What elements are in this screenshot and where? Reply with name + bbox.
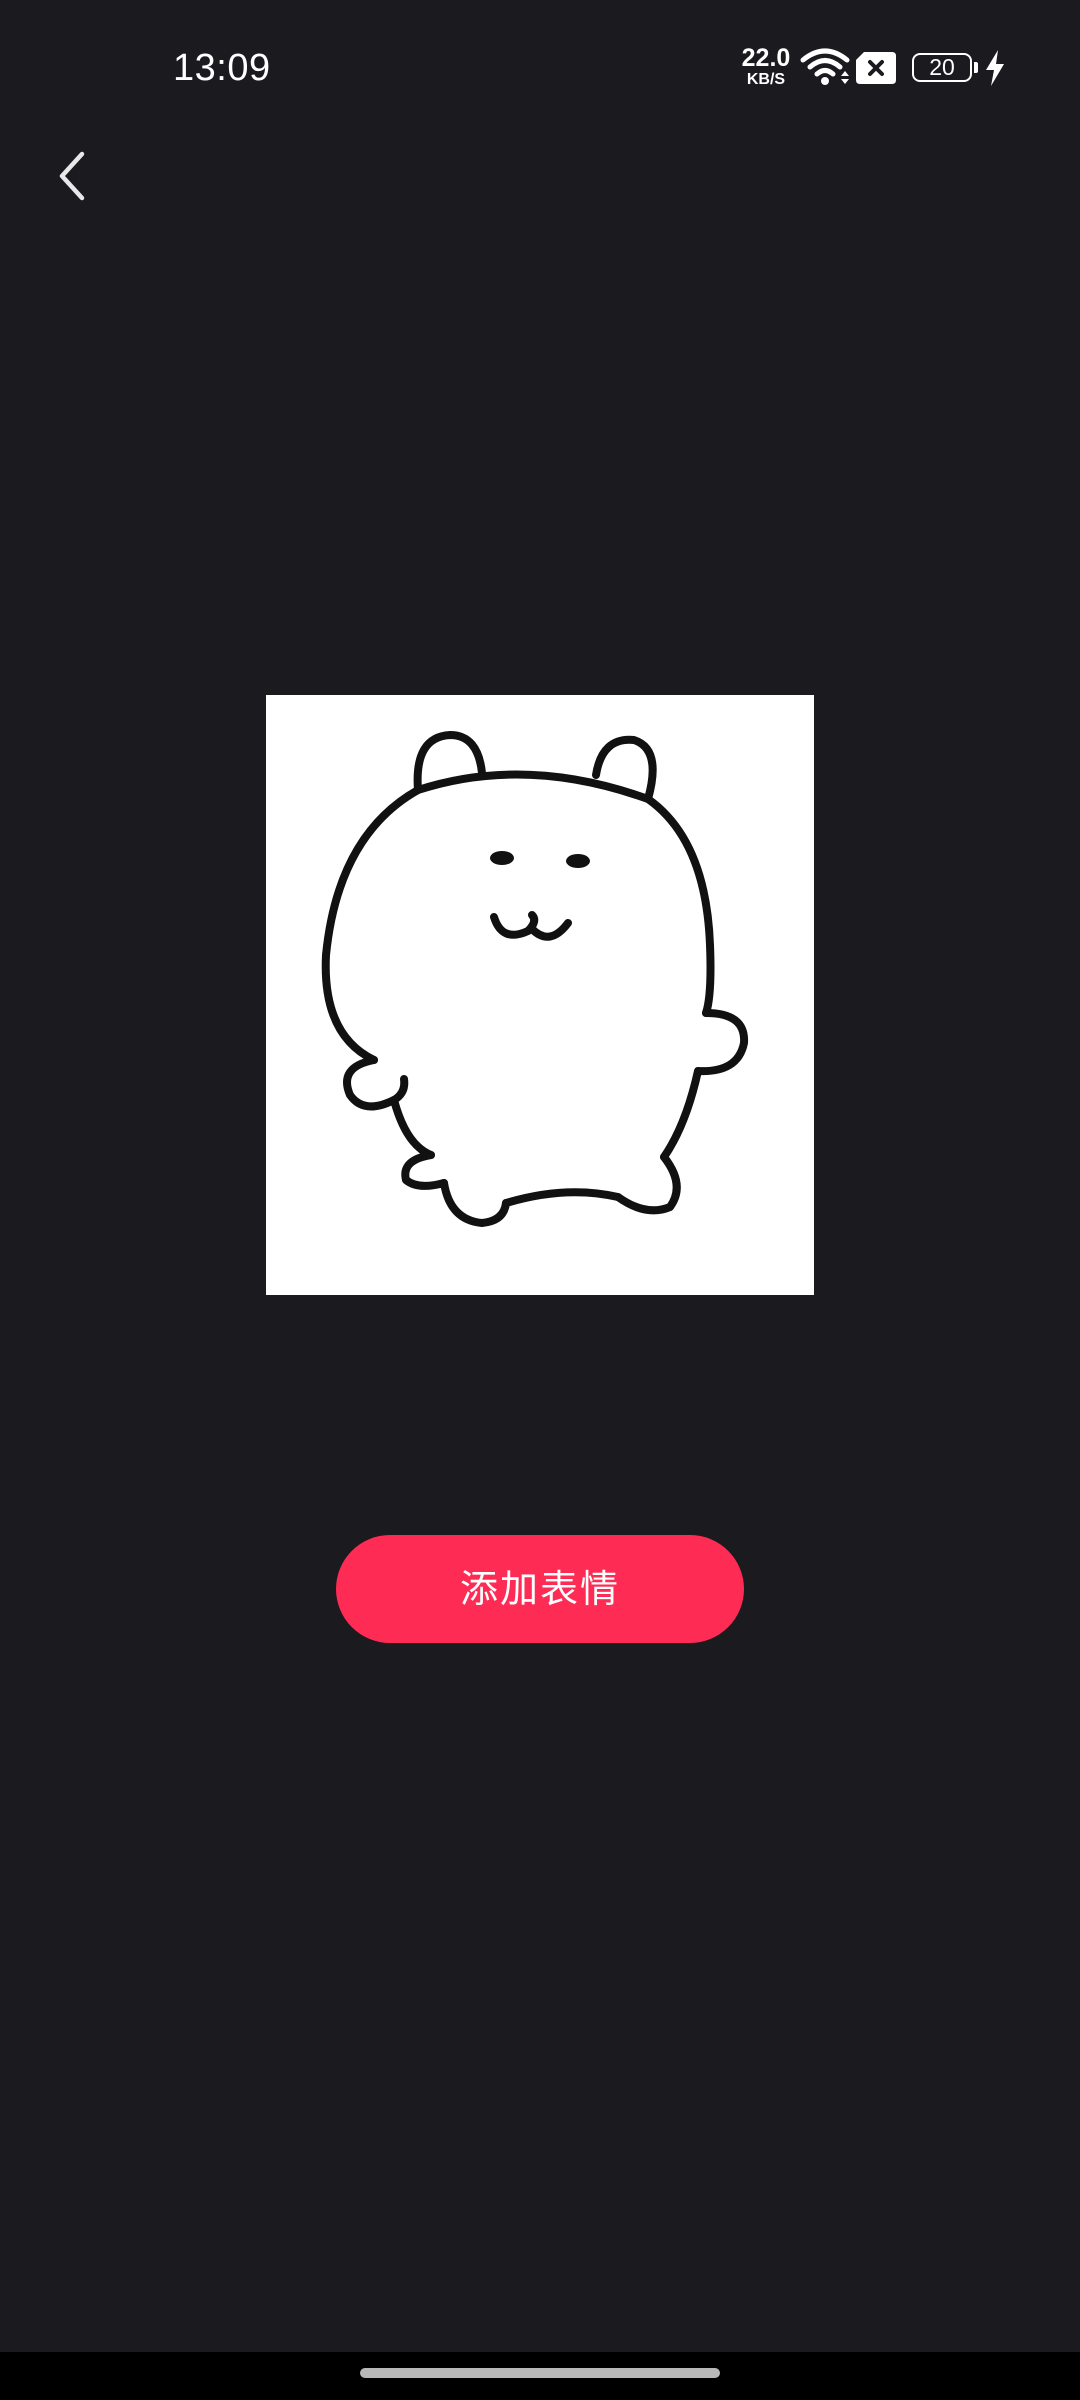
sim-off-icon <box>856 52 896 84</box>
network-speed: 22.0 KB/S <box>738 46 794 88</box>
status-time: 13:09 <box>173 47 271 89</box>
navigation-bar <box>0 2352 1080 2400</box>
bear-sticker-drawing <box>321 731 749 1227</box>
battery-icon: 20 <box>912 53 972 82</box>
status-bar: 13:09 22.0 KB/S 20 <box>0 0 1080 140</box>
sticker-detail-screen: 13:09 22.0 KB/S 20 添加表情 <box>0 0 1080 2400</box>
network-speed-unit: KB/S <box>746 71 786 88</box>
wifi-icon <box>800 48 850 85</box>
add-sticker-button[interactable]: 添加表情 <box>336 1535 744 1643</box>
chevron-left-icon <box>59 151 85 201</box>
sticker-preview-image <box>266 695 814 1295</box>
home-indicator[interactable] <box>360 2368 720 2378</box>
back-button[interactable] <box>40 136 104 216</box>
charging-bolt-icon <box>986 50 1004 86</box>
battery-tip <box>974 62 978 73</box>
network-speed-value: 22.0 <box>741 44 791 72</box>
